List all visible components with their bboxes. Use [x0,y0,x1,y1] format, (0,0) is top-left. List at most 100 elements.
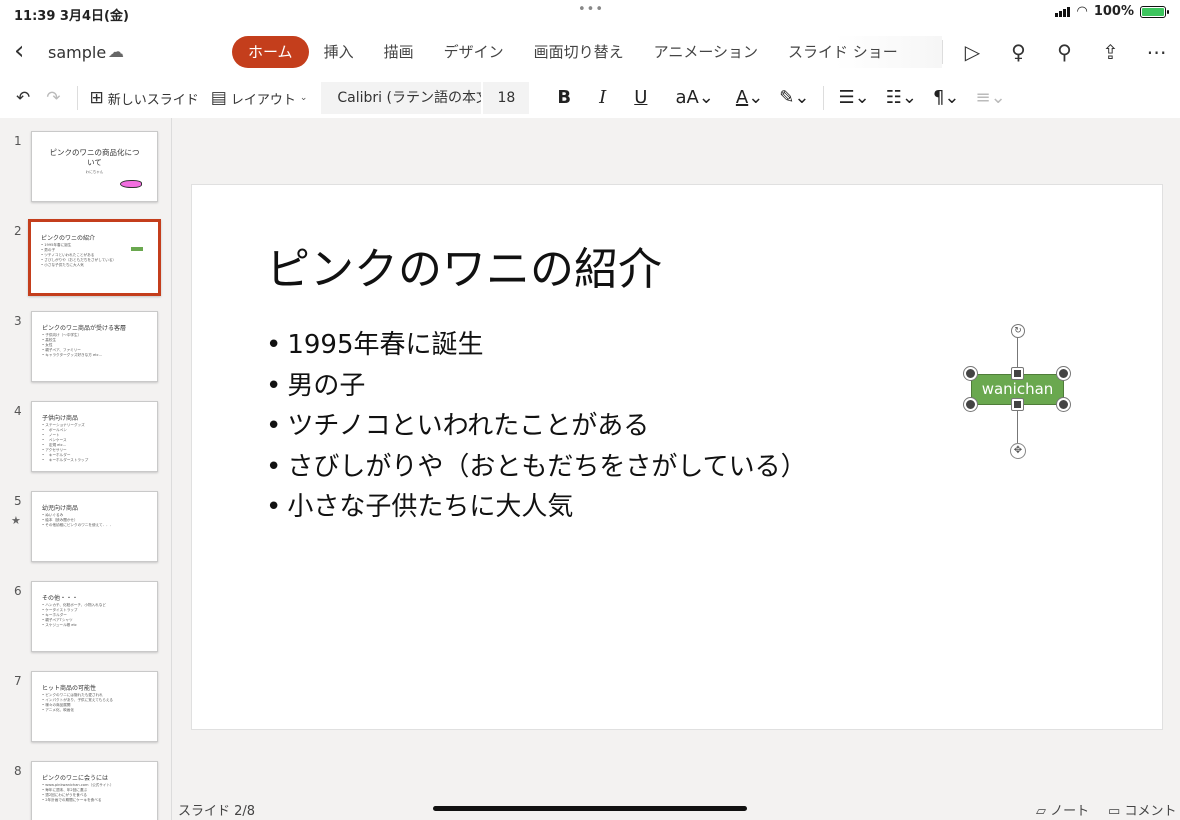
title-bar: ‹ sample ☁ ホーム 挿入 描画 デザイン 画面切り替え アニメーション… [0,26,1180,78]
slide-thumbnail-1[interactable]: ピンクのワニの商品化について わにちゃん [31,131,158,202]
slide-bullet[interactable]: 男の子 [266,366,807,407]
thumbnail-bullet: • 2年計画での期間にケーキを食べる [42,798,102,802]
thumbnail-number: 5 [14,494,22,508]
ribbon-tabs: ホーム 挿入 描画 デザイン 画面切り替え アニメーション スライド ショー [232,36,942,68]
rotate-handle-icon[interactable]: ↻ [1011,324,1025,338]
layout-label: レイアウト [230,92,296,108]
thumbnail-title: 子供向け商品 [42,415,79,422]
slide-bullet-list[interactable]: 1995年春に誕生 男の子 ツチノコといわれたことがある さびしがりや（おともだ… [266,325,807,528]
resize-handle-bottom-left[interactable] [964,398,977,411]
align-button[interactable]: ≡⌄ [968,82,1014,114]
title-actions: ▷ ♀ ⚲ ⇪ ⋯ [958,36,1171,68]
document-name[interactable]: sample [48,43,106,62]
move-handle-line [1017,405,1018,443]
notes-icon: ▱ [1036,804,1046,819]
thumbnail-title: ピンクのワニ商品が受ける客層 [42,325,127,332]
font-size-change-label: aA [675,87,699,108]
chevron-down-icon: ⌄ [944,87,960,108]
thumbnail-title: ピンクのワニの紹介 [41,235,96,242]
italic-button[interactable]: I [585,82,620,114]
bullet-list-icon: ☰ [838,87,855,108]
resize-handle-bottom[interactable] [1012,399,1023,410]
redo-button[interactable]: ↷ [40,82,70,114]
multitask-dots-icon[interactable]: ••• [578,2,604,17]
thumbnail-number: 1 [14,134,22,148]
slide-thumbnail-4[interactable]: 子供向け商品 • ステーショナリーグッズ • ボールペン • ノート • ペンケース •… [31,401,158,472]
bold-button[interactable]: B [543,82,585,114]
thumbnail-bullets: • www.pinkwanichan.com（公式サイト） • 毎年に週末、年2回… [42,783,114,803]
status-right: ◠ 100% [1055,4,1169,19]
new-slide-button[interactable]: ⊞ 新しいスライド [84,82,205,114]
paragraph-button[interactable]: ¶⌄ [925,82,968,114]
undo-button[interactable]: ↶ [10,82,40,114]
chevron-down-icon: ⌄ [748,87,764,108]
font-size-box[interactable]: 18 [483,82,530,114]
status-time: 11:39 3月4日(金) [14,9,129,24]
font-color-button[interactable]: A⌄ [728,82,771,114]
thumbnail-number: 4 [14,404,22,418]
underline-button[interactable]: U [620,82,661,114]
tab-transitions[interactable]: 画面切り替え [519,36,639,68]
lightbulb-icon[interactable]: ♀ [1004,36,1033,68]
move-handle-icon[interactable]: ✥ [1010,443,1026,459]
tab-slideshow[interactable]: スライド ショー [773,36,913,68]
chevron-down-icon: ⌄ [990,87,1006,108]
more-icon[interactable]: ⋯ [1142,36,1171,68]
slide-thumbnail-3[interactable]: ピンクのワニ商品が受ける客層 • 子供向け（～中学生） • 高校生 • 女性 • 親子… [31,311,158,382]
redo-icon: ↷ [46,88,61,108]
tab-draw[interactable]: 描画 [369,36,429,68]
play-icon[interactable]: ▷ [958,36,987,68]
chevron-down-icon: ⌄ [854,87,870,108]
tabs-divider [942,40,943,64]
status-bar: 11:39 3月4日(金) ••• ◠ 100% [0,0,1180,26]
thumbnail-title: 幼児向け商品 [42,505,79,512]
tab-animations[interactable]: アニメーション [639,36,773,68]
resize-handle-top-left[interactable] [964,367,977,380]
thumbnail-title: ヒット商品の可能性 [42,685,97,692]
font-name-box[interactable]: Calibri (ラテン語の本文) [321,82,482,114]
chevron-down-icon: ⌄ [901,87,917,108]
thumbnail-bullet: • アニメ化、映画化 [42,708,74,712]
slide-thumbnail-7[interactable]: ヒット商品の可能性 • ピンクのワニには隠れたも愛されれ • インパクトがあり、子… [31,671,158,742]
notes-button[interactable]: ▱ ノート [1036,800,1089,819]
thumbnail-bullets: • ピンクのワニには隠れたも愛されれ • インパクトがあり、子供に覚えてもらえる •… [42,693,113,713]
font-size-change-button[interactable]: aA⌄ [661,82,727,114]
align-left-icon: ≡ [975,87,991,108]
font-color-label: A [735,87,749,108]
slide-bullet[interactable]: 小さな子供たちに大人気 [266,487,807,528]
undo-icon: ↶ [16,88,31,108]
slide-bullet[interactable]: 1995年春に誕生 [266,325,807,366]
slide-indicator: スライド 2/8 [178,804,256,819]
slide-thumbnail-2[interactable]: ピンクのワニの紹介 • 1995年春に誕生 • 男の子 • ツチノコといわれたことが… [28,219,161,296]
thumbnail-bullet: • スケジュール帳 etc [42,623,77,627]
numbering-button[interactable]: ☷⌄ [878,82,925,114]
slide-title[interactable]: ピンクのワニの紹介 [266,233,662,297]
highlighter-icon: ✎ [779,87,795,108]
slide-canvas[interactable]: ピンクのワニの紹介 1995年春に誕生 男の子 ツチノコといわれたことがある さ… [191,184,1163,730]
tab-design[interactable]: デザイン [429,36,519,68]
thumbnail-title: その他・・・ [42,595,79,602]
tab-insert[interactable]: 挿入 [309,36,369,68]
resize-handle-top-right[interactable] [1057,367,1070,380]
thumbnail-number: 2 [14,224,22,238]
tab-home[interactable]: ホーム [232,36,309,68]
pink-crocodile-image [120,180,142,188]
slide-thumbnail-6[interactable]: その他・・・ • ハンカチ、化粧ポーチ、小物入れなど • ケータイストラップ • キ… [31,581,158,652]
layout-button[interactable]: ▤ レイアウト ⌄ [205,82,314,114]
new-slide-icon: ⊞ [89,88,104,108]
resize-handle-top[interactable] [1012,368,1023,379]
home-indicator[interactable] [433,806,747,811]
slide-thumbnail-8[interactable]: ピンクのワニに会うには • www.pinkwanichan.com（公式サイト… [31,761,158,820]
resize-handle-bottom-right[interactable] [1057,398,1070,411]
numbered-list-icon: ☷ [885,87,902,108]
back-chevron-icon[interactable]: ‹ [14,38,24,64]
slide-bullet[interactable]: さびしがりや（おともだちをさがしている） [266,447,806,488]
highlight-button[interactable]: ✎⌄ [771,82,817,114]
search-icon[interactable]: ⚲ [1050,36,1079,68]
slide-bullet[interactable]: ツチノコといわれたことがある [266,406,807,447]
bullets-button[interactable]: ☰⌄ [830,82,877,114]
comments-button[interactable]: ▭ コメント [1108,800,1176,819]
slide-thumbnail-5[interactable]: 幼児向け商品 • ぬいぐるみ • 絵本（読み聞かせ） • その他幼稚にピンクのワニを… [31,491,158,562]
share-icon[interactable]: ⇪ [1096,36,1125,68]
thumbnail-number: 7 [14,674,22,688]
